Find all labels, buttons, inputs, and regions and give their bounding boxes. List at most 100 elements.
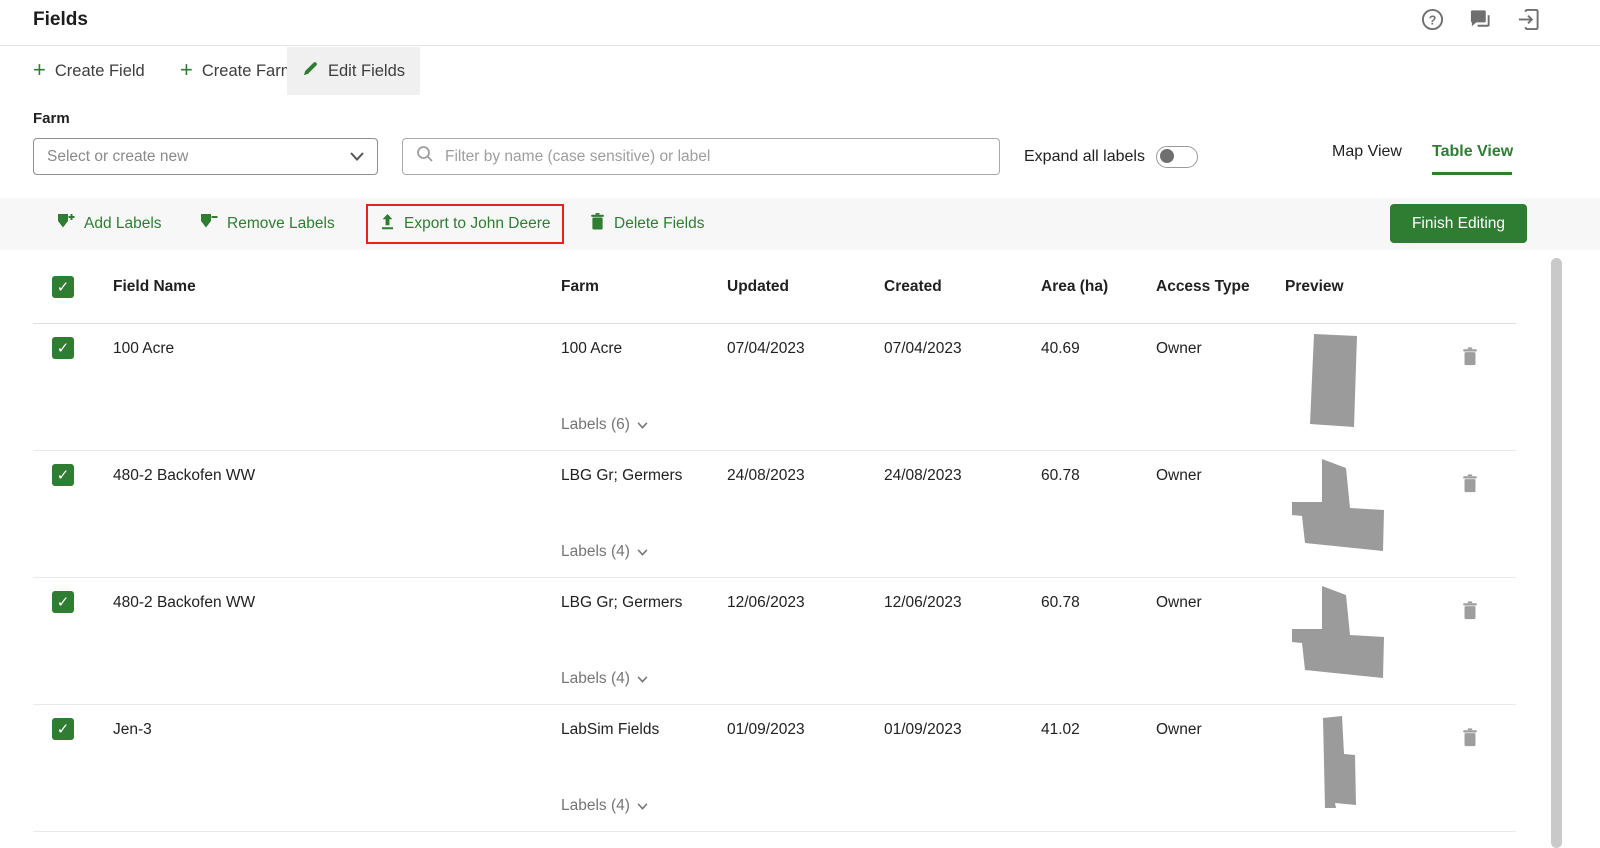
field-area: 41.02	[1041, 705, 1156, 831]
export-annotation-box: Export to John Deere	[366, 204, 564, 244]
field-preview-shape	[1292, 586, 1384, 681]
search-input[interactable]	[445, 148, 986, 166]
farm-select-dropdown[interactable]: Select or create new	[33, 138, 378, 175]
field-preview-shape	[1322, 716, 1356, 809]
create-farm-label: Create Farm	[202, 62, 295, 81]
column-preview: Preview	[1285, 278, 1516, 296]
row-checkbox[interactable]: ✓	[52, 337, 74, 359]
check-icon: ✓	[57, 339, 70, 357]
field-created: 01/09/2023	[884, 705, 1041, 831]
help-icon[interactable]: ?	[1421, 8, 1444, 31]
field-updated: 01/09/2023	[727, 705, 884, 831]
add-labels-label: Add Labels	[84, 215, 162, 233]
chevron-down-icon	[637, 803, 648, 810]
field-access-type: Owner	[1156, 324, 1285, 450]
trash-icon	[590, 213, 605, 235]
column-farm: Farm	[561, 278, 727, 296]
remove-label-icon	[200, 213, 218, 235]
expand-labels-toggle[interactable]	[1156, 146, 1198, 168]
field-name: 480-2 Backofen WW	[113, 578, 561, 704]
table-row: ✓ 480-2 Backofen WW LBG Gr; Germers Labe…	[33, 578, 1516, 705]
field-area: 60.78	[1041, 578, 1156, 704]
top-bar: Fields ?	[0, 0, 1600, 46]
exit-icon[interactable]	[1517, 8, 1540, 31]
row-checkbox[interactable]: ✓	[52, 718, 74, 740]
create-field-label: Create Field	[55, 62, 145, 81]
chevron-down-icon	[637, 676, 648, 683]
check-icon: ✓	[57, 466, 70, 484]
field-farm: LBG Gr; Germers	[561, 451, 727, 485]
field-farm: LBG Gr; Germers	[561, 578, 727, 612]
delete-row-icon[interactable]	[1462, 474, 1478, 498]
column-area: Area (ha)	[1041, 278, 1156, 296]
select-all-checkbox[interactable]: ✓	[52, 276, 74, 298]
column-created: Created	[884, 278, 1041, 296]
field-created: 24/08/2023	[884, 451, 1041, 577]
table-row: ✓ 480-2 Backofen WW LBG Gr; Germers Labe…	[33, 451, 1516, 578]
farm-select-placeholder: Select or create new	[47, 148, 350, 166]
row-checkbox[interactable]: ✓	[52, 591, 74, 613]
search-box	[402, 138, 1000, 175]
add-labels-button[interactable]: Add Labels	[57, 198, 162, 250]
fields-table: ✓ Field Name Farm Updated Created Area (…	[33, 250, 1516, 832]
tab-map-view[interactable]: Map View	[1332, 143, 1402, 161]
field-preview-shape	[1292, 459, 1384, 554]
create-farm-button[interactable]: + Create Farm	[180, 47, 294, 95]
chevron-down-icon	[637, 549, 648, 556]
field-farm: 100 Acre	[561, 324, 727, 358]
active-tab-underline	[1432, 172, 1512, 175]
table-header-row: ✓ Field Name Farm Updated Created Area (…	[33, 250, 1516, 324]
delete-row-icon[interactable]	[1462, 347, 1478, 371]
labels-count: Labels (4)	[561, 797, 630, 815]
field-created: 07/04/2023	[884, 324, 1041, 450]
labels-count: Labels (4)	[561, 543, 630, 561]
column-updated: Updated	[727, 278, 884, 296]
export-to-john-deere-button[interactable]: Export to John Deere	[380, 214, 550, 235]
actions-row: + Create Field + Create Farm Edit Fields	[0, 47, 1600, 95]
field-created: 12/06/2023	[884, 578, 1041, 704]
check-icon: ✓	[57, 720, 70, 738]
create-field-button[interactable]: + Create Field	[33, 47, 145, 95]
field-access-type: Owner	[1156, 451, 1285, 577]
expand-all-labels-label: Expand all labels	[1024, 148, 1145, 166]
delete-fields-button[interactable]: Delete Fields	[590, 198, 704, 250]
tab-table-view[interactable]: Table View	[1432, 143, 1513, 161]
labels-expander[interactable]: Labels (6)	[561, 416, 648, 434]
field-updated: 12/06/2023	[727, 578, 884, 704]
field-name: Jen-3	[113, 705, 561, 831]
delete-row-icon[interactable]	[1462, 601, 1478, 625]
field-updated: 07/04/2023	[727, 324, 884, 450]
column-field-name: Field Name	[113, 278, 561, 296]
plus-icon: +	[33, 59, 46, 81]
field-area: 40.69	[1041, 324, 1156, 450]
labels-expander[interactable]: Labels (4)	[561, 797, 648, 815]
chevron-down-icon	[350, 148, 364, 166]
edit-fields-button[interactable]: Edit Fields	[287, 47, 420, 95]
upload-icon	[380, 214, 395, 235]
search-icon	[416, 145, 434, 168]
row-checkbox[interactable]: ✓	[52, 464, 74, 486]
labels-count: Labels (6)	[561, 416, 630, 434]
plus-icon: +	[180, 59, 193, 81]
field-farm: LabSim Fields	[561, 705, 727, 739]
remove-labels-button[interactable]: Remove Labels	[200, 198, 335, 250]
table-row: ✓ 100 Acre 100 Acre Labels (6) 07/04/202…	[33, 324, 1516, 451]
labels-expander[interactable]: Labels (4)	[561, 670, 648, 688]
export-label: Export to John Deere	[404, 215, 550, 233]
labels-count: Labels (4)	[561, 670, 630, 688]
chat-icon[interactable]	[1469, 8, 1492, 31]
check-icon: ✓	[57, 593, 70, 611]
farm-label: Farm	[33, 110, 70, 127]
field-updated: 24/08/2023	[727, 451, 884, 577]
table-row: ✓ Jen-3 LabSim Fields Labels (4) 01/09/2…	[33, 705, 1516, 832]
toggle-knob	[1160, 149, 1174, 163]
topbar-icons: ?	[1421, 8, 1540, 31]
field-access-type: Owner	[1156, 705, 1285, 831]
vertical-scrollbar[interactable]	[1551, 258, 1562, 848]
pencil-icon	[302, 60, 319, 82]
delete-row-icon[interactable]	[1462, 728, 1478, 752]
check-icon: ✓	[57, 278, 70, 296]
finish-editing-button[interactable]: Finish Editing	[1390, 204, 1527, 243]
labels-expander[interactable]: Labels (4)	[561, 543, 648, 561]
remove-labels-label: Remove Labels	[227, 215, 335, 233]
